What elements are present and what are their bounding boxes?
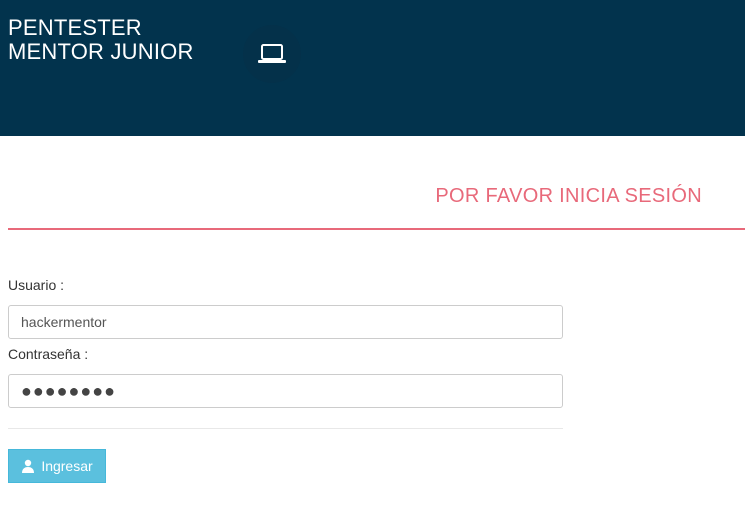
brand-title: PENTESTER MENTOR JUNIOR [8, 16, 194, 64]
login-button-label: Ingresar [41, 458, 93, 474]
brand-line-2: MENTOR JUNIOR [8, 39, 194, 64]
username-label: Usuario : [8, 277, 65, 293]
form-divider [8, 428, 563, 429]
login-title: POR FAVOR INICIA SESIÓN [435, 185, 702, 207]
header: PENTESTER MENTOR JUNIOR [0, 0, 745, 136]
login-button[interactable]: Ingresar [8, 449, 106, 483]
brand-icon-circle [243, 25, 301, 83]
username-input[interactable] [8, 305, 563, 339]
laptop-icon [258, 44, 286, 63]
user-icon [22, 459, 35, 473]
password-label: Contraseña : [8, 346, 89, 362]
password-input[interactable] [8, 374, 563, 408]
brand-line-1: PENTESTER [8, 15, 142, 40]
title-divider [8, 228, 745, 230]
